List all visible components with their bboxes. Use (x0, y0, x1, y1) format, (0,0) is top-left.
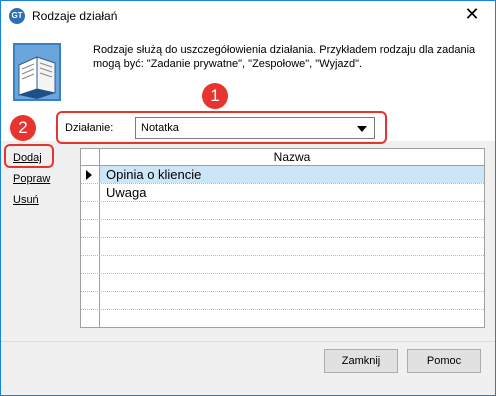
combo-selected-value: Notatka (141, 122, 179, 134)
annotation-badge-2: 2 (10, 115, 36, 141)
grid-header: Nazwa (81, 149, 484, 166)
current-row-icon (86, 170, 92, 180)
row-cell[interactable]: Opinia o kliencie (106, 167, 201, 182)
title-bar: GT Rodzaje działań ✕ (1, 1, 495, 31)
row-indicator (81, 202, 100, 219)
empty-row (81, 220, 484, 238)
types-grid[interactable]: Nazwa Opinia o kliencie Uwaga (80, 148, 485, 328)
book-icon (13, 43, 61, 101)
column-header-nazwa[interactable]: Nazwa (100, 150, 484, 164)
empty-row (81, 274, 484, 292)
row-indicator (81, 220, 100, 237)
close-button[interactable]: Zamknij (324, 349, 398, 373)
edit-link[interactable]: Popraw (13, 173, 50, 185)
empty-row (81, 310, 484, 327)
close-icon[interactable]: ✕ (449, 1, 495, 31)
row-cell[interactable]: Uwaga (106, 185, 146, 200)
row-indicator (81, 184, 100, 201)
help-button[interactable]: Pomoc (407, 349, 481, 373)
table-row[interactable]: Uwaga (81, 184, 484, 202)
row-indicator (81, 274, 100, 291)
footer-divider (1, 341, 495, 342)
row-indicator (81, 166, 100, 183)
row-indicator (81, 256, 100, 273)
app-icon: GT (9, 8, 25, 24)
chevron-down-icon[interactable] (357, 126, 367, 132)
dialog-window: GT Rodzaje działań ✕ Rodzaje służą do us… (0, 0, 496, 396)
dzialanie-combobox[interactable]: Notatka (135, 117, 375, 139)
row-indicator (81, 292, 100, 309)
delete-link[interactable]: Usuń (13, 194, 39, 206)
empty-row (81, 202, 484, 220)
empty-row (81, 256, 484, 274)
description-text: Rodzaje służą do uszczegółowienia działa… (93, 44, 476, 70)
empty-row (81, 292, 484, 310)
add-link[interactable]: Dodaj (13, 152, 42, 164)
empty-row (81, 238, 484, 256)
annotation-badge-1: 1 (202, 83, 228, 109)
grid-header-indicator (81, 149, 100, 165)
window-title: Rodzaje działań (32, 9, 118, 23)
dzialanie-label: Działanie: (65, 122, 114, 134)
row-indicator (81, 238, 100, 255)
table-row[interactable]: Opinia o kliencie (81, 166, 484, 184)
row-indicator (81, 310, 100, 327)
